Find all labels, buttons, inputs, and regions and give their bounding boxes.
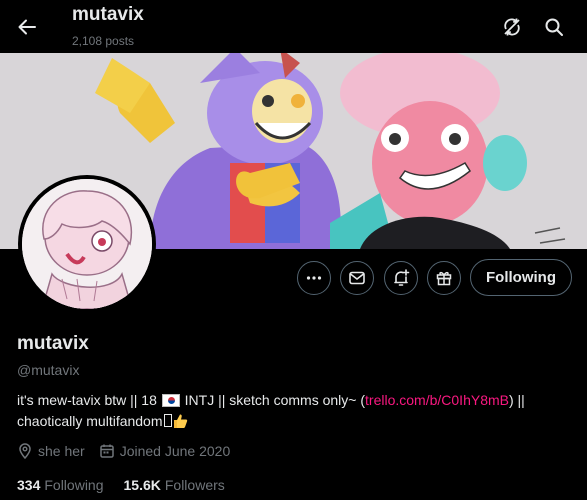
back-button[interactable]	[12, 12, 42, 42]
joined-text: Joined June 2020	[119, 443, 231, 459]
profile-page: mutavix 2,108 posts Following mutavix @m…	[0, 0, 587, 500]
location-text: she her	[38, 443, 85, 459]
following-label: Following	[44, 477, 104, 493]
more-button[interactable]	[297, 261, 331, 295]
profile-meta: she her Joined June 2020	[17, 443, 244, 459]
username-handle: @mutavix	[17, 362, 80, 378]
arrow-left-icon	[18, 19, 36, 35]
message-button[interactable]	[340, 261, 374, 295]
avatar-image	[22, 179, 152, 309]
bio-link[interactable]: trello.com/b/C0IhY8mB	[365, 392, 509, 408]
subscribe-button[interactable]	[427, 261, 461, 295]
refresh-off-icon	[504, 18, 520, 36]
envelope-icon	[349, 271, 365, 285]
avatar[interactable]	[18, 175, 156, 313]
page-title: mutavix	[72, 4, 144, 25]
missing-glyph-icon	[163, 414, 172, 427]
gift-icon	[436, 271, 452, 286]
calendar-icon	[99, 444, 114, 458]
notify-button[interactable]	[384, 261, 418, 295]
location-pin-icon	[19, 443, 31, 459]
follow-stats: 334 Following 15.6K Followers	[17, 477, 245, 493]
following-stat[interactable]: 334 Following	[17, 477, 104, 493]
search-button[interactable]	[540, 13, 568, 41]
search-icon	[545, 18, 563, 36]
profile-bio: it's mew-tavix btw || 18 INTJ || sketch …	[17, 390, 572, 432]
followers-count: 15.6K	[123, 477, 161, 493]
following-count: 334	[17, 477, 41, 493]
joined-item: Joined June 2020	[99, 443, 231, 459]
bio-text: ) ||	[508, 392, 525, 408]
bio-text: it's mew-tavix btw || 18	[17, 392, 161, 408]
korea-flag-icon	[161, 394, 180, 407]
top-bar: mutavix 2,108 posts	[0, 0, 587, 53]
bell-plus-icon	[394, 269, 410, 286]
bio-text: INTJ || sketch comms only~ (	[180, 392, 366, 408]
thumbs-up-icon	[173, 414, 187, 428]
display-name: mutavix	[17, 333, 89, 354]
followers-label: Followers	[164, 477, 225, 493]
location-item: she her	[17, 443, 85, 459]
bio-text: chaotically multifandom	[17, 413, 163, 429]
following-button[interactable]: Following	[470, 259, 572, 296]
posts-count: 2,108 posts	[72, 34, 135, 48]
more-icon	[306, 276, 322, 280]
followers-stat[interactable]: 15.6K Followers	[124, 477, 225, 493]
sync-button[interactable]	[498, 13, 526, 41]
